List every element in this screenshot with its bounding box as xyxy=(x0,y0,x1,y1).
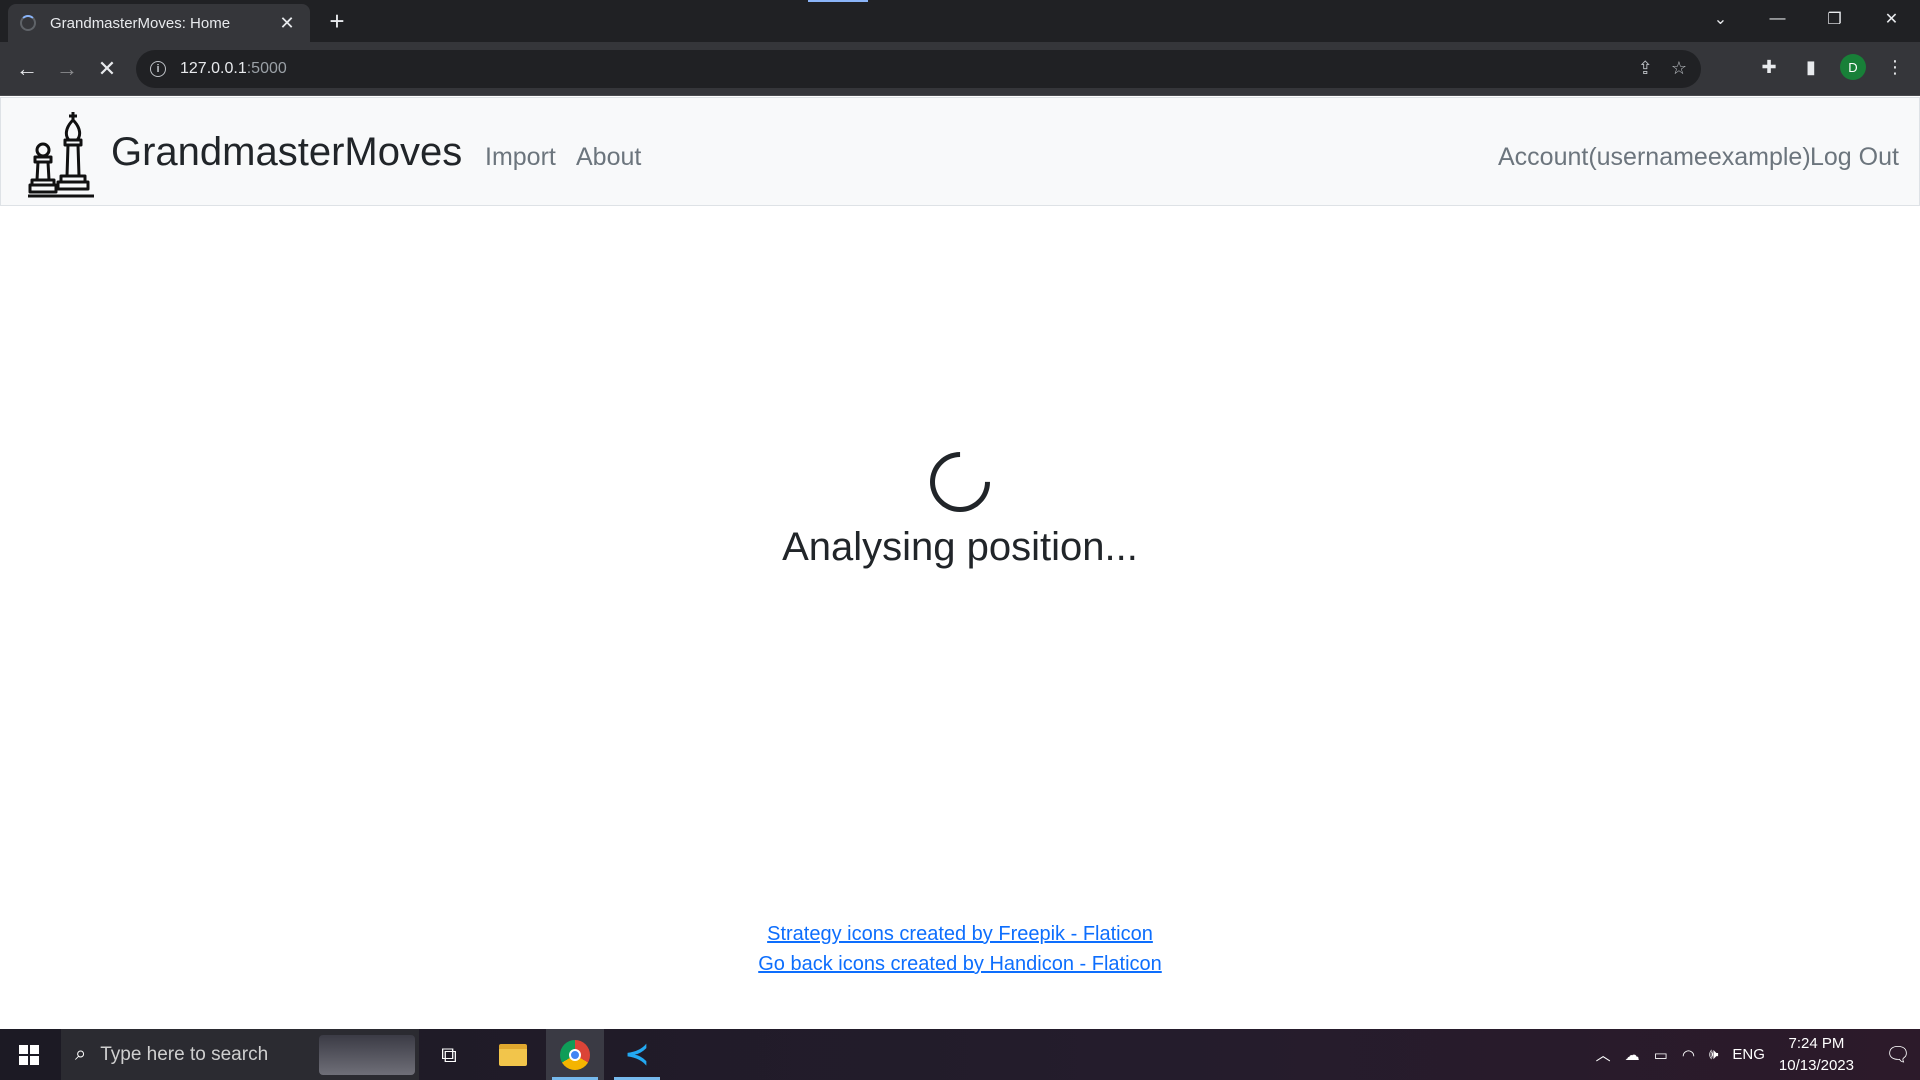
chrome-taskbar-icon[interactable] xyxy=(546,1029,604,1080)
start-button[interactable] xyxy=(0,1029,58,1080)
windows-logo-icon xyxy=(19,1044,39,1065)
forward-icon[interactable]: → xyxy=(53,55,81,83)
tab-search-icon[interactable]: ⌄ xyxy=(1692,0,1749,38)
clock-time: 7:24 PM xyxy=(1788,1034,1845,1052)
brand-name[interactable]: GrandmasterMoves xyxy=(111,130,462,175)
side-panel-icon[interactable]: ▮ xyxy=(1798,57,1824,78)
taskbar-clock[interactable]: 7:24 PM 10/13/2023 xyxy=(1779,1033,1854,1077)
windows-taskbar: ⌕ Type here to search ⧉ ≺ ︿ ☁ ▭ ◠ 🕪 ENG … xyxy=(0,1029,1920,1080)
tray-overflow-chevron-icon[interactable]: ︿ xyxy=(1596,1044,1611,1065)
taskbar-search[interactable]: ⌕ Type here to search xyxy=(61,1029,419,1080)
browser-toolbar: ← → ✕ i 127.0.0.1:5000 ⇪ ☆ ✚ ▮ D ⋮ xyxy=(0,42,1920,96)
browser-menu-icon[interactable]: ⋮ xyxy=(1882,57,1908,78)
back-icon[interactable]: ← xyxy=(13,55,41,83)
extension-area: ✚ ▮ D ⋮ xyxy=(1756,54,1908,80)
browser-titlebar: GrandmasterMoves: Home ✕ + ⌄ — ❐ ✕ xyxy=(0,0,1920,42)
new-tab-icon[interactable]: + xyxy=(324,6,350,37)
window-controls: ⌄ — ❐ ✕ xyxy=(1692,0,1920,42)
tab-loading-icon xyxy=(20,15,36,31)
chess-pieces-logo-icon[interactable] xyxy=(27,110,95,198)
nav-link-import[interactable]: Import xyxy=(485,143,556,172)
loading-spinner-icon xyxy=(917,439,1003,525)
browser-tab[interactable]: GrandmasterMoves: Home ✕ xyxy=(8,4,310,42)
attribution-footer: Strategy icons created by Freepik - Flat… xyxy=(0,919,1920,979)
wifi-icon[interactable]: ◠ xyxy=(1682,1046,1695,1064)
tab-strip-accent xyxy=(808,0,868,2)
system-tray: ︿ ☁ ▭ ◠ 🕪 ENG 7:24 PM 10/13/2023 🗨 xyxy=(1596,1029,1920,1080)
clock-date: 10/13/2023 xyxy=(1778,1056,1854,1074)
nav-link-account[interactable]: Account(usernameexample) xyxy=(1498,143,1811,172)
nav-link-about[interactable]: About xyxy=(576,143,641,172)
language-indicator[interactable]: ENG xyxy=(1732,1046,1765,1063)
site-info-icon[interactable]: i xyxy=(150,61,166,77)
bookmark-star-icon[interactable]: ☆ xyxy=(1671,58,1687,79)
search-placeholder: Type here to search xyxy=(100,1043,269,1065)
extensions-puzzle-icon[interactable]: ✚ xyxy=(1756,57,1782,78)
address-bar[interactable]: i 127.0.0.1:5000 ⇪ ☆ xyxy=(136,50,1701,88)
battery-icon[interactable]: ▭ xyxy=(1654,1046,1668,1064)
minimize-icon[interactable]: — xyxy=(1749,0,1806,38)
nav-link-logout[interactable]: Log Out xyxy=(1810,143,1899,172)
file-explorer-icon[interactable] xyxy=(484,1029,542,1080)
credit-link-strategy-icons[interactable]: Strategy icons created by Freepik - Flat… xyxy=(0,919,1920,949)
task-view-icon[interactable]: ⧉ xyxy=(420,1029,478,1080)
volume-icon[interactable]: 🕪 xyxy=(1709,1046,1718,1063)
credit-link-go-back-icons[interactable]: Go back icons created by Handicon - Flat… xyxy=(0,949,1920,979)
notification-center-icon[interactable]: 🗨 xyxy=(1876,1042,1920,1067)
window-close-icon[interactable]: ✕ xyxy=(1863,0,1920,38)
url-host: 127.0.0.1 xyxy=(180,60,247,77)
loading-status-text: Analysing position... xyxy=(782,525,1138,569)
tab-close-icon[interactable]: ✕ xyxy=(276,13,298,34)
share-icon[interactable]: ⇪ xyxy=(1638,58,1653,79)
url-port: :5000 xyxy=(246,60,287,77)
search-highlight-image[interactable] xyxy=(319,1035,415,1075)
stop-loading-icon[interactable]: ✕ xyxy=(93,55,121,83)
profile-avatar[interactable]: D xyxy=(1840,54,1866,80)
vscode-taskbar-icon[interactable]: ≺ xyxy=(608,1029,666,1080)
tab-title: GrandmasterMoves: Home xyxy=(50,14,231,32)
onedrive-cloud-icon[interactable]: ☁ xyxy=(1625,1046,1640,1064)
restore-icon[interactable]: ❐ xyxy=(1806,0,1863,38)
site-navbar: GrandmasterMoves Import About Account(us… xyxy=(0,97,1920,206)
search-icon: ⌕ xyxy=(75,1043,87,1065)
